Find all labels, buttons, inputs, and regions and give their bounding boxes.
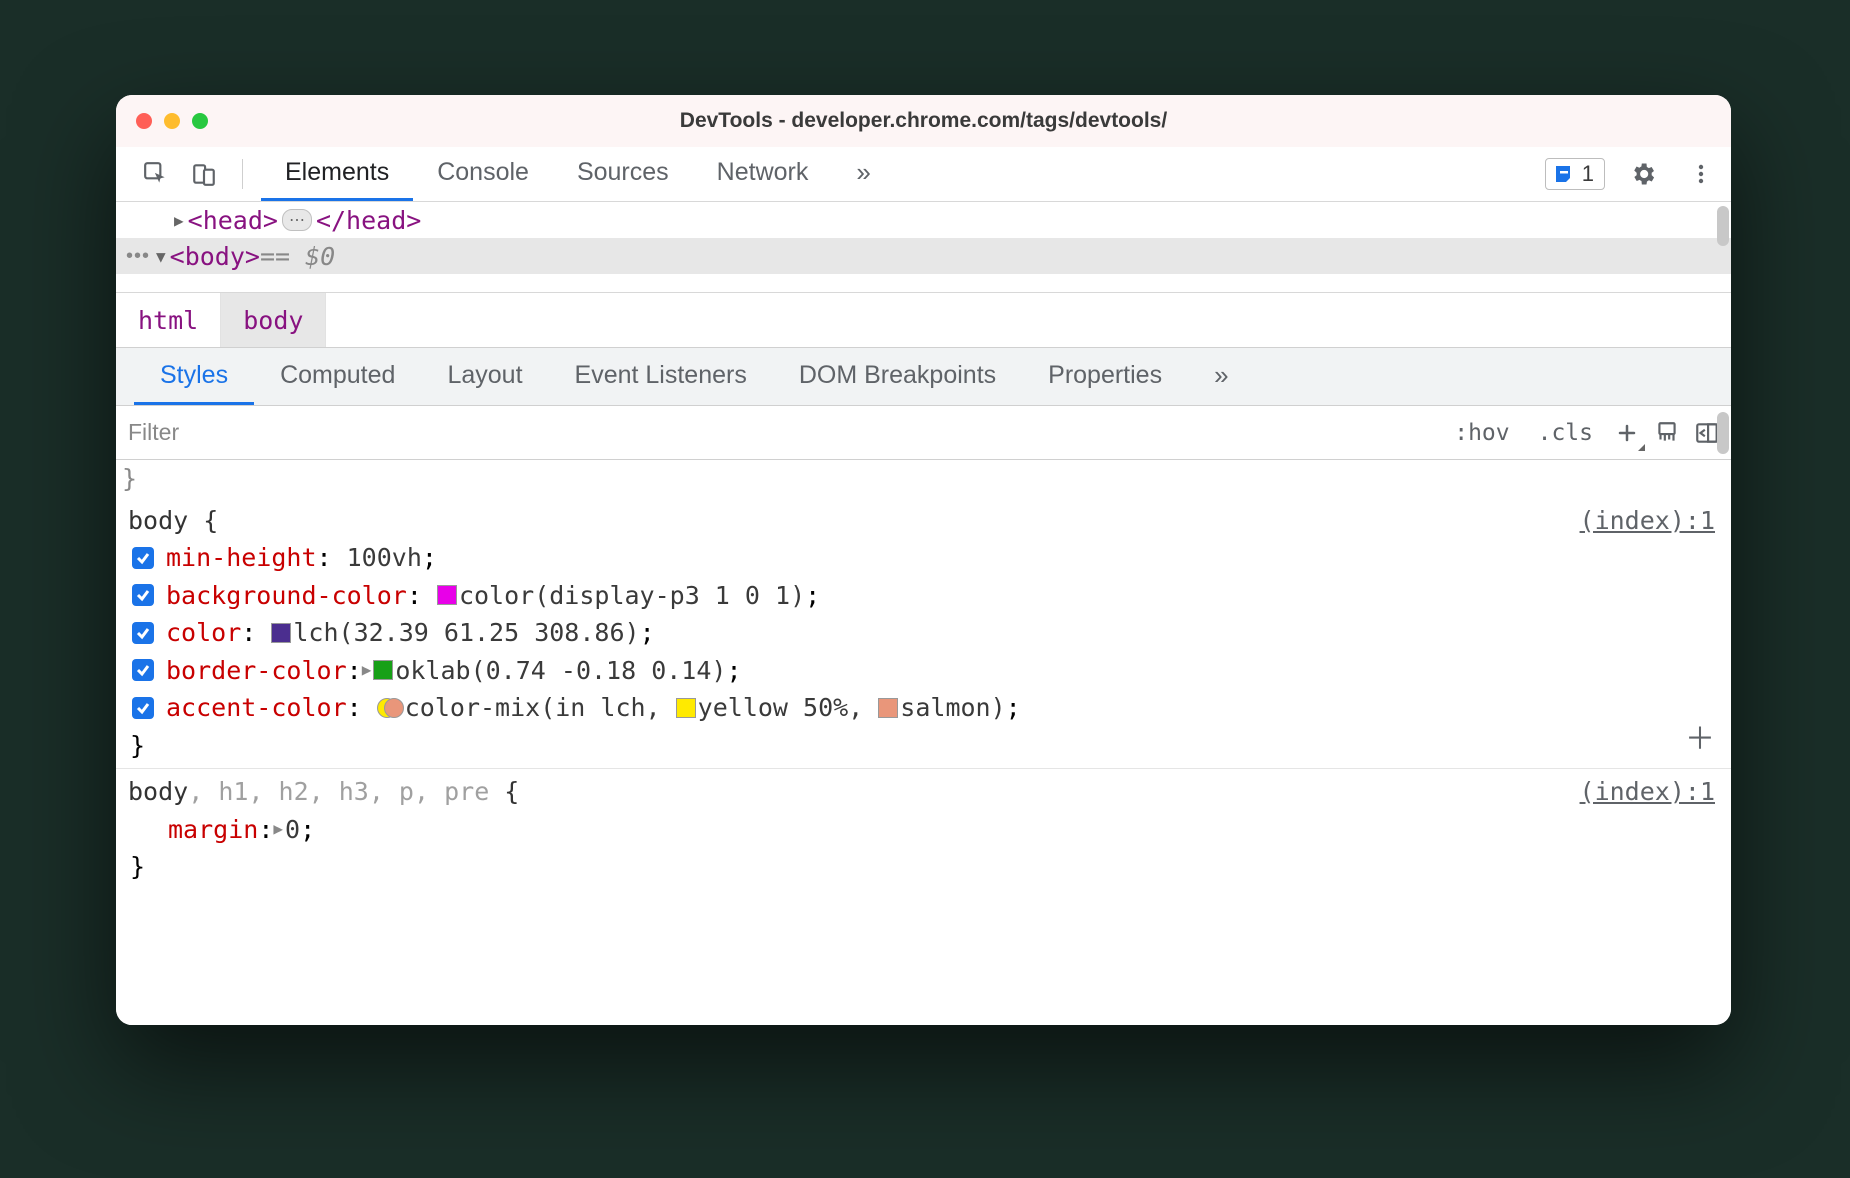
source-link[interactable]: (index):1 <box>1580 773 1715 811</box>
tabs-overflow[interactable]: » <box>832 147 894 201</box>
main-toolbar: Elements Console Sources Network » 1 <box>116 147 1731 202</box>
window-title: DevTools - developer.chrome.com/tags/dev… <box>116 109 1731 133</box>
subtab-layout[interactable]: Layout <box>421 348 548 405</box>
collapse-icon[interactable]: ▼ <box>156 247 166 266</box>
source-link[interactable]: (index):1 <box>1580 502 1715 540</box>
subtab-properties[interactable]: Properties <box>1022 348 1188 405</box>
new-style-rule-icon[interactable] <box>1607 413 1647 453</box>
decl-color[interactable]: color: lch(32.39 61.25 308.86); <box>124 614 1719 652</box>
breadcrumb: html body <box>116 292 1731 348</box>
subtab-event-listeners[interactable]: Event Listeners <box>549 348 773 405</box>
traffic-lights <box>116 113 208 129</box>
inspect-icon[interactable] <box>136 154 176 194</box>
issues-button[interactable]: 1 <box>1545 158 1605 190</box>
styles-scrollbar[interactable] <box>1717 412 1729 454</box>
decl-checkbox[interactable] <box>132 659 154 681</box>
window-close-button[interactable] <box>136 113 152 129</box>
rule-selector[interactable]: body, h1, h2, h3, p, pre { <box>128 773 519 811</box>
hov-toggle[interactable]: :hov <box>1440 420 1523 446</box>
decl-checkbox[interactable] <box>132 547 154 569</box>
color-swatch-salmon[interactable] <box>878 698 898 718</box>
crumb-body[interactable]: body <box>221 293 326 347</box>
decl-checkbox[interactable] <box>132 584 154 606</box>
filter-input[interactable] <box>116 411 1440 454</box>
tab-network[interactable]: Network <box>693 147 833 201</box>
subtab-computed[interactable]: Computed <box>254 348 421 405</box>
row-actions-icon[interactable]: ••• <box>126 245 150 268</box>
expand-icon[interactable]: ▶ <box>362 658 372 682</box>
expand-icon[interactable]: ▶ <box>273 817 283 841</box>
color-swatch-purple[interactable] <box>271 623 291 643</box>
subtabs-overflow[interactable]: » <box>1188 348 1254 405</box>
rule-close: } <box>124 848 1719 886</box>
tab-console[interactable]: Console <box>413 147 553 201</box>
rule-close: } <box>124 727 1719 765</box>
device-toggle-icon[interactable] <box>184 154 224 194</box>
issues-count: 1 <box>1582 161 1594 187</box>
dom-row-head[interactable]: ▶<head>⋯</head> <box>116 202 1731 238</box>
separator <box>242 159 243 189</box>
window-minimize-button[interactable] <box>164 113 180 129</box>
crumb-html[interactable]: html <box>116 293 221 347</box>
filter-bar: :hov .cls <box>116 406 1731 460</box>
rule-selector[interactable]: body { <box>128 502 218 540</box>
decl-margin[interactable]: margin:▶0; <box>124 811 1719 849</box>
tab-sources[interactable]: Sources <box>553 147 693 201</box>
styles-pane[interactable]: } body { (index):1 min-height: 100vh; ba… <box>116 460 1731 1025</box>
dom-row-body[interactable]: ••• ▼ <body> == $0 <box>116 238 1731 274</box>
decl-checkbox[interactable] <box>132 622 154 644</box>
rule-body: body { (index):1 min-height: 100vh; back… <box>116 498 1731 770</box>
dom-scrollbar[interactable] <box>1717 206 1729 246</box>
devtools-window: DevTools - developer.chrome.com/tags/dev… <box>116 95 1731 1025</box>
toolbar-right: 1 <box>1545 154 1721 194</box>
window-zoom-button[interactable] <box>192 113 208 129</box>
rule-close-prev: } <box>116 460 1731 498</box>
brush-icon[interactable] <box>1647 413 1687 453</box>
expand-icon[interactable]: ▶ <box>174 211 184 230</box>
decl-min-height[interactable]: min-height: 100vh; <box>124 539 1719 577</box>
cls-toggle[interactable]: .cls <box>1524 420 1607 446</box>
decl-checkbox[interactable] <box>132 697 154 719</box>
color-swatch-green[interactable] <box>373 660 393 680</box>
color-swatch-magenta[interactable] <box>437 585 457 605</box>
dom-tree[interactable]: ▶<head>⋯</head> ••• ▼ <body> == $0 <box>116 202 1731 292</box>
settings-icon[interactable] <box>1623 154 1663 194</box>
titlebar: DevTools - developer.chrome.com/tags/dev… <box>116 95 1731 147</box>
rule-body-etc: body, h1, h2, h3, p, pre { (index):1 mar… <box>116 769 1731 890</box>
tab-elements[interactable]: Elements <box>261 147 413 201</box>
main-tabs: Elements Console Sources Network » <box>261 147 1537 201</box>
subtab-styles[interactable]: Styles <box>134 348 254 405</box>
decl-border-color[interactable]: border-color:▶oklab(0.74 -0.18 0.14); <box>124 652 1719 690</box>
sub-tabs: Styles Computed Layout Event Listeners D… <box>116 348 1731 406</box>
ellipsis-badge[interactable]: ⋯ <box>282 209 312 231</box>
kebab-menu-icon[interactable] <box>1681 154 1721 194</box>
subtab-dom-breakpoints[interactable]: DOM Breakpoints <box>773 348 1022 405</box>
color-swatch-yellow[interactable] <box>676 698 696 718</box>
decl-background-color[interactable]: background-color: color(display-p3 1 0 1… <box>124 577 1719 615</box>
eq0-marker: == $0 <box>260 242 335 271</box>
add-declaration-button[interactable]: ＋ <box>1685 717 1715 762</box>
decl-accent-color[interactable]: accent-color: color-mix(in lch, yellow 5… <box>124 689 1719 727</box>
color-mix-swatch[interactable] <box>377 695 403 721</box>
